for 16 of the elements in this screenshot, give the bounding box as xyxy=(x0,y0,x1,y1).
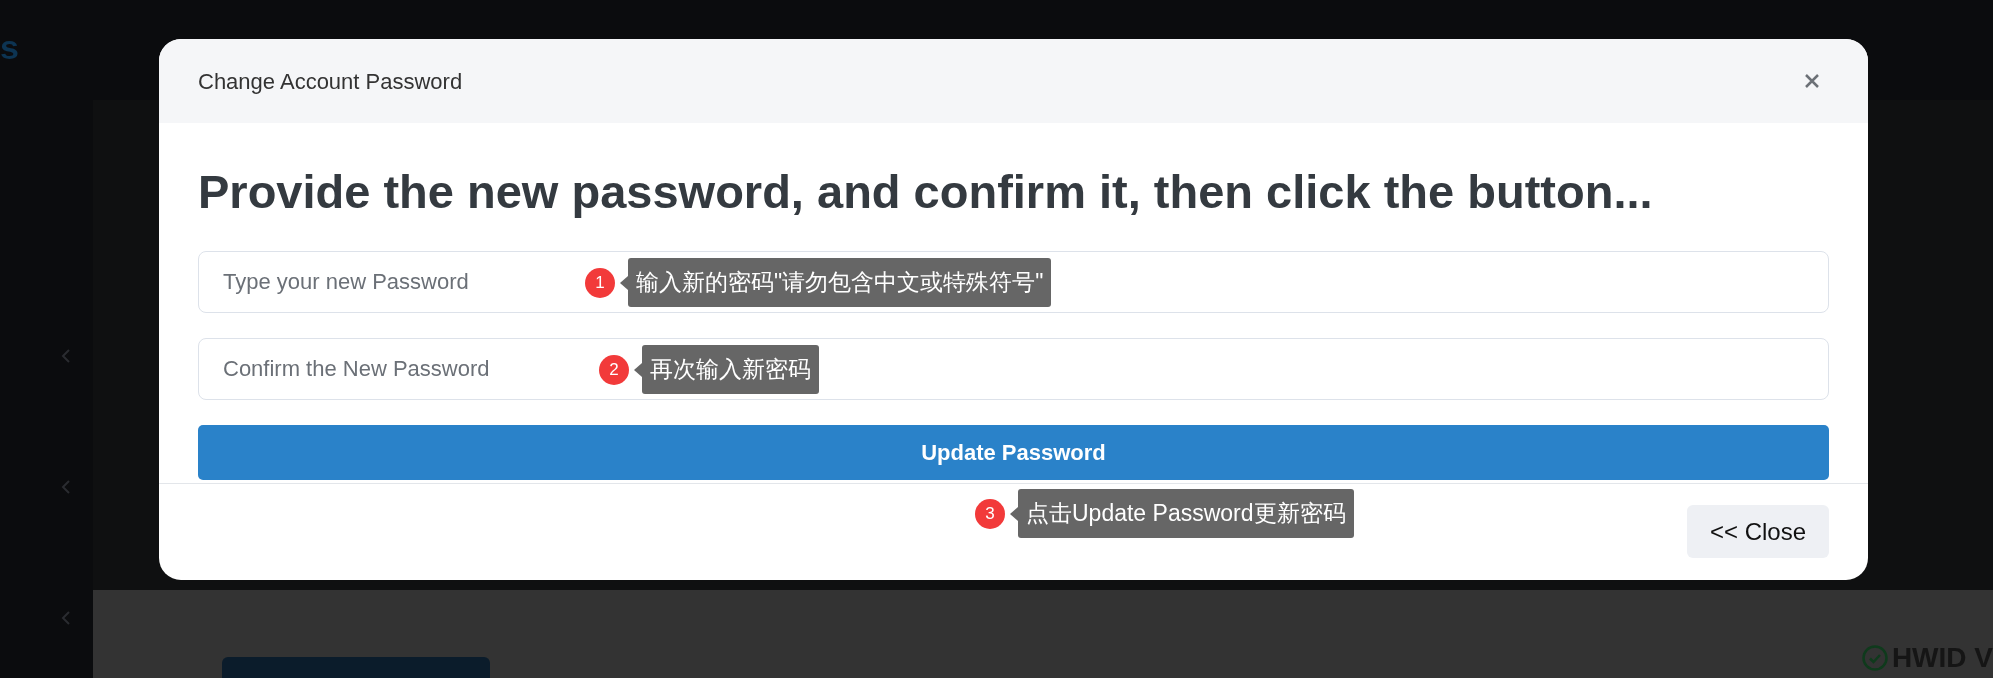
annotation-tooltip: 输入新的密码"请勿包含中文或特殊符号" xyxy=(628,258,1052,307)
chevron-left-icon[interactable] xyxy=(61,610,71,626)
close-icon[interactable] xyxy=(1804,73,1820,89)
annotation-tooltip: 再次输入新密码 xyxy=(642,345,819,394)
pointer-icon xyxy=(1010,506,1018,521)
check-circle-icon xyxy=(1861,645,1888,671)
chevron-left-icon[interactable] xyxy=(61,348,71,364)
pointer-icon xyxy=(634,362,642,377)
brand-text: s xyxy=(0,30,20,64)
pointer-icon xyxy=(620,275,628,290)
dialog-heading: Provide the new password, and confirm it, then click the button... xyxy=(198,164,1654,220)
close-button[interactable]: << Close xyxy=(1687,505,1829,558)
annotation-tooltip: 点击Update Password更新密码 xyxy=(1018,489,1354,538)
update-password-button[interactable]: Update Password xyxy=(198,425,1829,480)
chevron-left-icon[interactable] xyxy=(61,479,71,495)
dialog-title: Change Account Password xyxy=(198,67,463,96)
